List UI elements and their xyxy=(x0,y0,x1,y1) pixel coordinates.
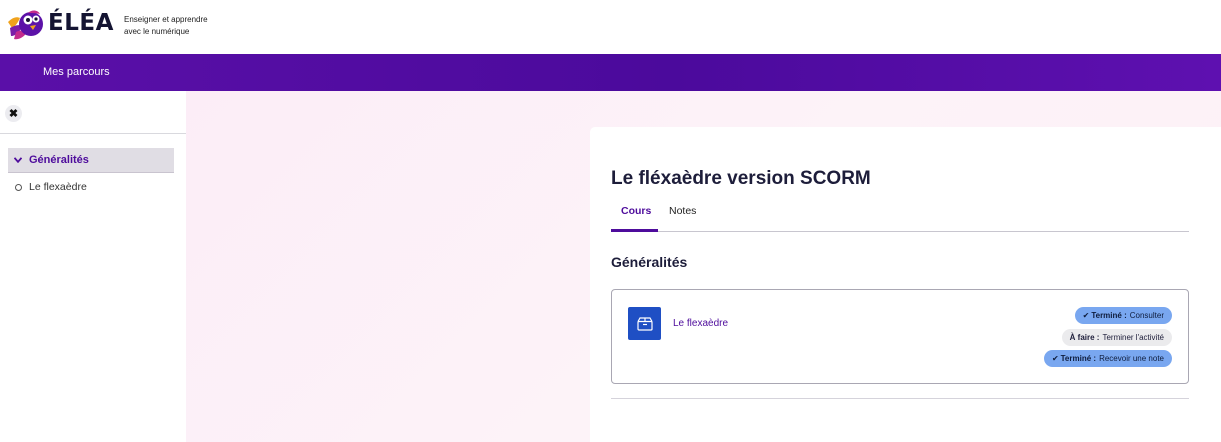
active-tab-indicator xyxy=(611,229,658,232)
site-header: ÉLÉA Enseigner et apprendre avec le numé… xyxy=(0,0,1221,54)
brand-name: ÉLÉA xyxy=(48,10,114,36)
drawer-item-label: Le flexaèdre xyxy=(29,181,87,193)
primary-navbar: Mes parcours xyxy=(0,54,1221,91)
tab-cours[interactable]: Cours xyxy=(621,205,651,217)
activity-card: Le flexaèdre ✔ Terminé : Consulter À fai… xyxy=(611,289,1189,384)
badge-status: À faire : xyxy=(1069,333,1100,342)
course-index-drawer: ✖ Généralités Le flexaèdre xyxy=(0,91,186,442)
badge-text: Recevoir une note xyxy=(1099,354,1164,363)
badge-text: Terminer l'activité xyxy=(1102,333,1164,342)
drawer-item-flexaedre[interactable]: Le flexaèdre xyxy=(15,181,87,193)
close-drawer-button[interactable]: ✖ xyxy=(5,105,22,122)
nav-link-mes-parcours[interactable]: Mes parcours xyxy=(43,66,110,78)
section-divider xyxy=(611,398,1189,399)
page-title: Le fléxaèdre version SCORM xyxy=(611,168,871,189)
drawer-divider xyxy=(0,133,186,134)
completion-badge-consulter: ✔ Terminé : Consulter xyxy=(1074,307,1172,324)
close-icon: ✖ xyxy=(8,108,19,120)
elea-logo-icon[interactable] xyxy=(6,8,44,42)
drawer-section-label: Généralités xyxy=(29,154,89,166)
brand-tagline: Enseigner et apprendre avec le numérique xyxy=(124,15,208,36)
check-icon: ✔ xyxy=(1051,354,1059,363)
course-content-card: Le fléxaèdre version SCORM Cours Notes G… xyxy=(590,127,1221,442)
check-icon: ✔ xyxy=(1082,311,1090,320)
course-tabs: Cours Notes xyxy=(611,201,1189,232)
circle-icon xyxy=(15,183,22,191)
badge-text: Consulter xyxy=(1129,311,1164,320)
completion-badge-note: ✔ Terminé : Recevoir une note xyxy=(1043,350,1172,367)
package-icon[interactable] xyxy=(628,307,661,340)
badge-status: Terminé : xyxy=(1060,354,1097,363)
tab-notes[interactable]: Notes xyxy=(669,205,696,217)
activity-link[interactable]: Le flexaèdre xyxy=(673,318,728,329)
completion-badge-terminer: À faire : Terminer l'activité xyxy=(1061,329,1172,346)
chevron-down-icon[interactable] xyxy=(14,157,24,163)
section-heading: Généralités xyxy=(611,254,688,270)
drawer-section-generalites[interactable]: Généralités xyxy=(8,148,174,173)
badge-status: Terminé : xyxy=(1091,311,1127,320)
